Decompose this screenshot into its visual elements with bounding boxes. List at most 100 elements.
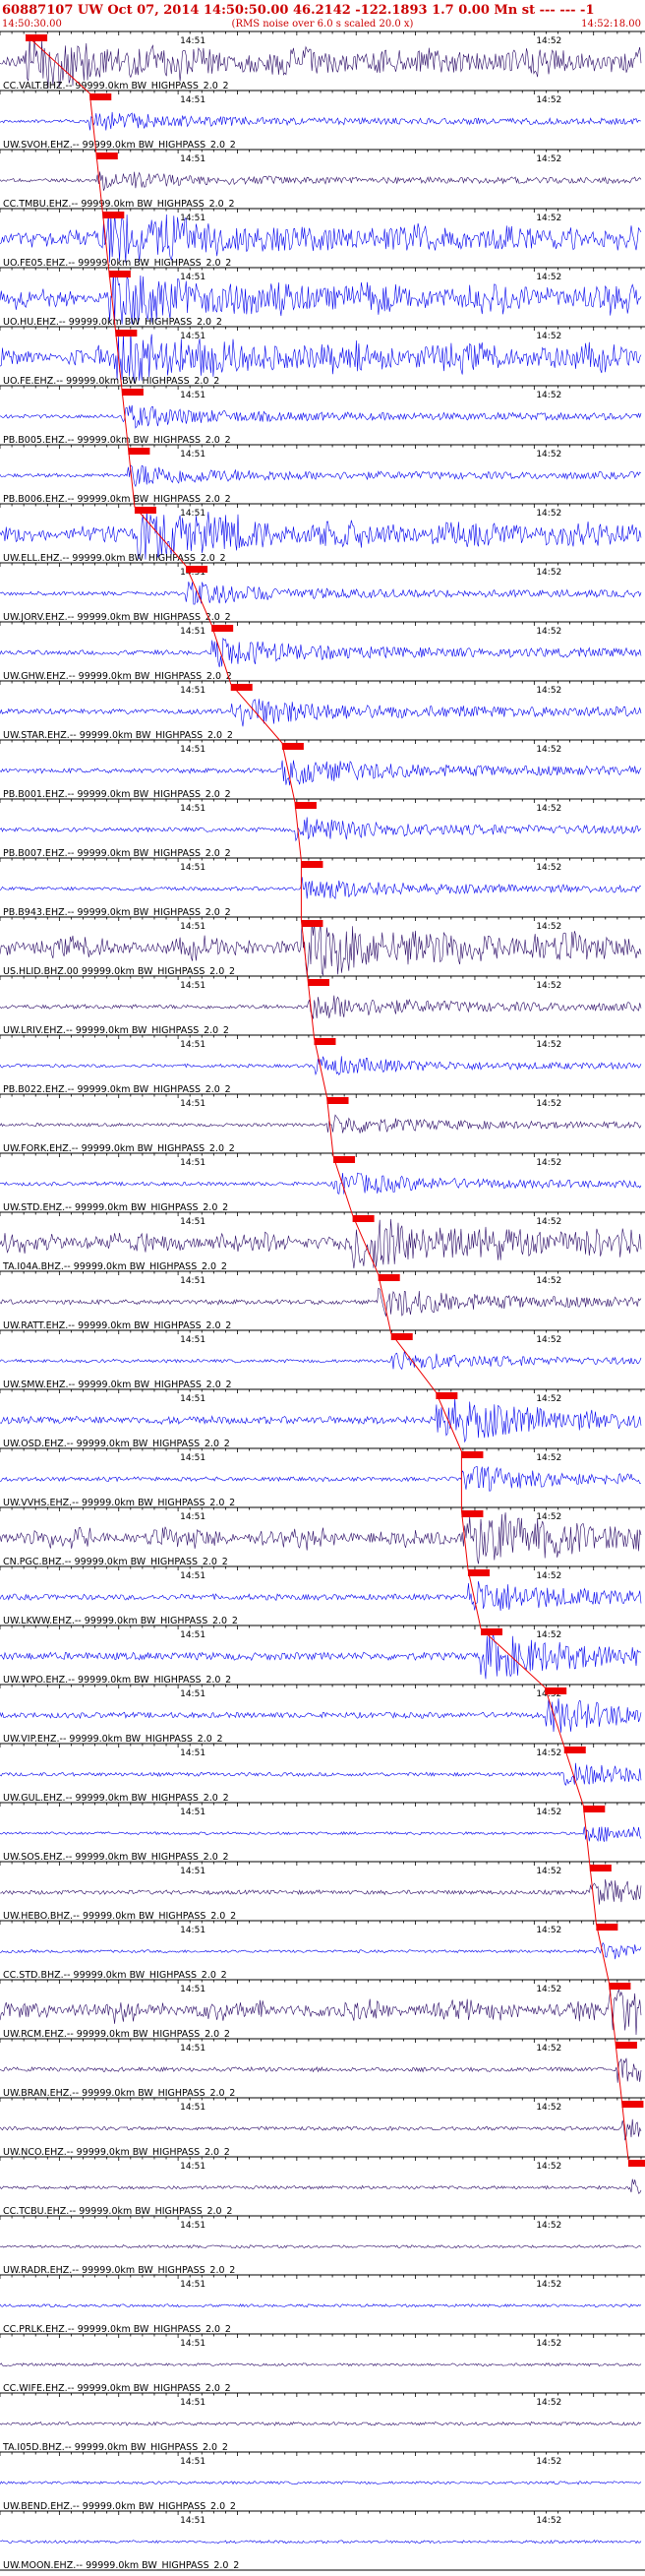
tick-label: 14:52	[536, 1394, 561, 1404]
tick-label: 14:52	[536, 1808, 561, 1817]
tick-label: 14:51	[180, 1571, 205, 1581]
channel-label: UW.ELL.EHZ.-- 99999.0km BW_HIGHPASS_2.0_…	[3, 553, 226, 564]
tick-label: 14:51	[180, 214, 205, 223]
pick-marker	[563, 1747, 586, 1753]
tick-label: 14:52	[536, 981, 561, 991]
tick-label: 14:51	[180, 2044, 205, 2054]
tick-label: 14:51	[180, 2221, 205, 2231]
tick-label: 14:52	[536, 1276, 561, 1286]
channel-label: CC.TMBU.EHZ.-- 99999.0km BW_HIGHPASS_2.0…	[3, 199, 235, 210]
channel-label: UW.RADR.EHZ.-- 99999.0km BW_HIGHPASS_2.0…	[3, 2265, 235, 2276]
end-time: 14:52:18.00	[581, 19, 641, 30]
channel-label: UW.OSD.EHZ.-- 99999.0km BW_HIGHPASS_2.0_…	[3, 1439, 230, 1449]
tick-label: 14:51	[180, 1335, 205, 1345]
tick-label: 14:52	[536, 1867, 561, 1876]
tick-label: 14:51	[180, 981, 205, 991]
tick-label: 14:51	[180, 1099, 205, 1109]
tick-label: 14:52	[536, 2516, 561, 2526]
tick-label: 14:52	[536, 1571, 561, 1581]
pick-marker	[621, 2101, 644, 2108]
channel-label: UW.FORK.EHZ.-- 99999.0km BW_HIGHPASS_2.0…	[3, 1143, 235, 1154]
tick-label: 14:52	[536, 1217, 561, 1227]
pick-marker	[352, 1215, 375, 1222]
channel-label: PB.B001.EHZ.-- 99999.0km BW_HIGHPASS_2.0…	[3, 789, 231, 800]
tick-label: 14:51	[180, 36, 205, 46]
tick-label: 14:51	[180, 273, 205, 282]
tick-label: 14:51	[180, 95, 205, 105]
tick-label: 14:51	[180, 686, 205, 696]
tick-label: 14:51	[180, 1808, 205, 1817]
pick-marker	[281, 743, 304, 750]
pick-marker	[121, 389, 144, 396]
channel-label: CC.VALT.BHZ.-- 99999.0km BW_HIGHPASS_2.0…	[3, 81, 229, 92]
rms-note: (RMS noise over 6.0 s scaled 20.0 x)	[232, 19, 414, 30]
tick-label: 14:52	[536, 922, 561, 932]
tick-label: 14:52	[536, 1158, 561, 1168]
channel-label: UO.FE05.EHZ.-- 99999.0km BW_HIGHPASS_2.0…	[3, 258, 231, 269]
tick-label: 14:51	[180, 1867, 205, 1876]
tick-label: 14:52	[536, 1748, 561, 1758]
channel-label: UW.LKWW.EHZ.-- 99999.0km BW_HIGHPASS_2.0…	[3, 1616, 238, 1626]
channel-label: PB.B943.EHZ.-- 99999.0km BW_HIGHPASS_2.0…	[3, 907, 231, 918]
channel-label: UO.FE.EHZ.-- 99999.0km BW_HIGHPASS_2.0_2	[3, 376, 219, 387]
channel-label: CC.TCBU.EHZ.-- 99999.0km BW_HIGHPASS_2.0…	[3, 2206, 232, 2217]
pick-marker	[115, 330, 138, 337]
pick-marker	[294, 802, 317, 809]
channel-label: PB.B022.EHZ.-- 99999.0km BW_HIGHPASS_2.0…	[3, 1084, 231, 1095]
tick-label: 14:51	[180, 863, 205, 873]
tick-label: 14:51	[180, 1276, 205, 1286]
tick-label: 14:51	[180, 2457, 205, 2467]
tick-label: 14:51	[180, 1926, 205, 1935]
tick-label: 14:51	[180, 509, 205, 519]
channel-label: UW.VVHS.EHZ.-- 99999.0km BW_HIGHPASS_2.0…	[3, 1498, 235, 1508]
channel-label: UW.HEBO.BHZ.-- 99999.0km BW_HIGHPASS_2.0…	[3, 1911, 236, 1922]
pick-marker	[314, 1038, 336, 1045]
pick-marker	[95, 153, 118, 159]
channel-label: UW.SMW.EHZ.-- 99999.0km BW_HIGHPASS_2.0_…	[3, 1380, 232, 1390]
tick-label: 14:52	[536, 1985, 561, 1994]
tick-label: 14:51	[180, 804, 205, 814]
channel-label: UW.RATT.EHZ.-- 99999.0km BW_HIGHPASS_2.0…	[3, 1320, 231, 1331]
tick-label: 14:51	[180, 2162, 205, 2172]
pick-marker	[583, 1806, 606, 1812]
tick-label: 14:52	[536, 2457, 561, 2467]
tick-label: 14:52	[536, 1099, 561, 1109]
tick-label: 14:52	[536, 863, 561, 873]
tick-label: 14:51	[180, 922, 205, 932]
tick-label: 14:51	[180, 2339, 205, 2349]
tick-label: 14:51	[180, 2398, 205, 2408]
channel-label: UW.MOON.EHZ.-- 99999.0km BW_HIGHPASS_2.0…	[3, 2560, 239, 2571]
channel-label: UW.VIP.EHZ.-- 99999.0km BW_HIGHPASS_2.0_…	[3, 1734, 223, 1745]
tick-label: 14:52	[536, 2280, 561, 2290]
tick-label: 14:52	[536, 214, 561, 223]
seismogram-plot: 60887107 UW Oct 07, 2014 14:50:50.00 46.…	[0, 0, 645, 2576]
tick-label: 14:51	[180, 1512, 205, 1522]
channel-label: PB.B005.EHZ.-- 99999.0km BW_HIGHPASS_2.0…	[3, 435, 231, 446]
tick-label: 14:52	[536, 273, 561, 282]
pick-marker	[307, 979, 329, 986]
pick-marker	[596, 1924, 618, 1931]
channel-label: UW.NCO.EHZ.-- 99999.0km BW_HIGHPASS_2.0_…	[3, 2147, 230, 2158]
tick-label: 14:51	[180, 627, 205, 637]
tick-label: 14:51	[180, 1040, 205, 1050]
pick-marker	[390, 1333, 413, 1340]
channel-label: PB.B006.EHZ.-- 99999.0km BW_HIGHPASS_2.0…	[3, 494, 231, 505]
tick-label: 14:51	[180, 2516, 205, 2526]
tick-label: 14:51	[180, 391, 205, 400]
channel-label: UW.SVOH.EHZ.-- 99999.0km BW_HIGHPASS_2.0…	[3, 140, 236, 151]
channel-label: TA.I04A.BHZ.-- 99999.0km BW_HIGHPASS_2.0…	[2, 1261, 227, 1272]
channel-label: UW.GHW.EHZ.-- 99999.0km BW_HIGHPASS_2.0_…	[3, 671, 232, 682]
tick-label: 14:51	[180, 2103, 205, 2113]
pick-marker	[627, 2160, 645, 2167]
tick-label: 14:51	[180, 745, 205, 755]
pick-marker	[545, 1687, 567, 1694]
event-title: 60887107 UW Oct 07, 2014 14:50:50.00 46.…	[2, 3, 595, 18]
tick-label: 14:51	[180, 1748, 205, 1758]
tick-label: 14:51	[180, 1453, 205, 1463]
channel-label: CN.PGC.BHZ.-- 99999.0km BW_HIGHPASS_2.0_…	[3, 1557, 228, 1567]
channel-label: UW.BRAN.EHZ.-- 99999.0km BW_HIGHPASS_2.0…	[3, 2088, 235, 2099]
tick-label: 14:51	[180, 2280, 205, 2290]
tick-label: 14:52	[536, 2044, 561, 2054]
pick-marker	[609, 1983, 631, 1990]
tick-label: 14:51	[180, 1158, 205, 1168]
